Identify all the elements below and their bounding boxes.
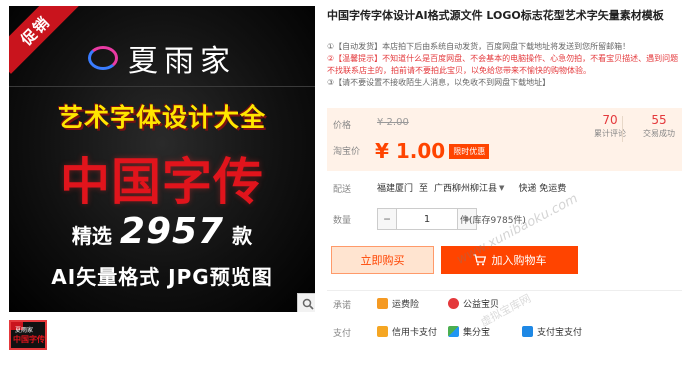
sales-label: 交易成功: [643, 129, 675, 138]
poster-headline: 艺术字体设计大全: [57, 103, 266, 132]
poster-count-row: 精选 2957 款: [9, 211, 315, 252]
zoom-button[interactable]: [297, 293, 315, 312]
gallery-thumbnail[interactable]: 夏雨家 中国字传: [9, 320, 47, 350]
credit-card-label: 信用卡支付: [392, 328, 438, 338]
pay-jifenbao[interactable]: 集分宝: [448, 325, 490, 338]
shipping-to-prefix: 至: [419, 184, 429, 194]
sales-stat: 55 交易成功: [629, 112, 689, 139]
promise-freight-insurance[interactable]: 运费险: [377, 297, 419, 310]
promo-price-row: ¥ 1.00 限时优惠: [375, 139, 490, 163]
shipping-destination: 广西柳州柳江县: [434, 184, 498, 194]
charity-heart-icon: [448, 298, 459, 309]
shipping-from: 福建厦门: [377, 184, 414, 194]
jifenbao-icon: [448, 326, 459, 337]
promise-charity[interactable]: 公益宝贝: [448, 297, 499, 310]
chevron-down-icon: ▼: [499, 183, 505, 192]
product-title: 中国字传字体设计AI格式源文件 LOGO标志花型艺术字矢量素材模板: [327, 9, 664, 22]
shipping-label: 配送: [333, 185, 352, 195]
charity-label: 公益宝贝: [463, 300, 500, 310]
section-divider: [327, 290, 682, 291]
limited-offer-badge: 限时优惠: [449, 143, 490, 159]
alipay-icon: [522, 326, 533, 337]
shipping-info: 福建厦门 至 广西柳州柳江县 ▼ 快递 免运费: [377, 181, 567, 195]
poster-count-number: 2957: [119, 211, 225, 252]
quantity-decrement-button[interactable]: −: [377, 208, 397, 230]
pay-credit-card[interactable]: 信用卡支付: [377, 325, 437, 338]
promo-price: ¥ 1.00: [375, 139, 446, 163]
poster-title: 中国字传: [60, 153, 264, 211]
promise-label: 承诺: [333, 301, 352, 311]
brand-mark-icon: [88, 46, 118, 70]
stat-divider: [622, 116, 623, 142]
cart-icon: [473, 254, 486, 266]
jifenbao-label: 集分宝: [463, 328, 491, 338]
stock-info: 件(库存9785件): [460, 216, 526, 226]
sales-count: 55: [651, 113, 667, 127]
poster-divider: [9, 86, 315, 87]
pay-alipay[interactable]: 支付宝支付: [522, 325, 582, 338]
freight-insurance-icon: [377, 298, 388, 309]
shipping-destination-select[interactable]: 广西柳州柳江县 ▼: [434, 181, 505, 195]
price-box: 价格 ¥ 2.00 淘宝价 ¥ 1.00 限时优惠 70 累计评论 55 交易成…: [327, 108, 682, 171]
poster-count-suffix: 款: [232, 224, 253, 248]
alipay-label: 支付宝支付: [537, 328, 583, 338]
poster-count-prefix: 精选: [71, 224, 112, 248]
shipping-method: 快递 免运费: [518, 184, 567, 194]
credit-card-icon: [377, 326, 388, 337]
brand-logo: 夏雨家: [9, 36, 315, 80]
product-notes: ①【自动发货】本店拍下后由系统自动发货，百度网盘下载地址将发送到您所留邮箱！ ②…: [327, 41, 682, 89]
product-main-image[interactable]: 促销 夏雨家 艺术字体设计大全 中国字传 精选 2957 款 AI矢量格式 JP…: [9, 6, 315, 312]
brand-name: 夏雨家: [128, 44, 236, 79]
payment-label: 支付: [333, 329, 352, 339]
freight-insurance-label: 运费险: [392, 300, 420, 310]
thumb-brand: 夏雨家: [15, 327, 34, 334]
magnifier-icon: [302, 298, 314, 310]
note-warning: ②【温馨提示】不知道什么是百度网盘、不会基本的电脑操作、心急勿拍，不看宝贝描述、…: [327, 54, 679, 75]
quantity-label: 数量: [333, 216, 352, 226]
promo-price-label: 淘宝价: [333, 147, 361, 157]
poster-format-line: AI矢量格式 JPG预览图: [51, 265, 273, 289]
add-to-cart-label: 加入购物车: [491, 254, 547, 267]
orig-price-label: 价格: [333, 121, 352, 131]
thumb-title: 中国字传: [13, 335, 45, 344]
buy-now-button[interactable]: 立即购买: [331, 246, 434, 274]
note-auto-delivery: ①【自动发货】本店拍下后由系统自动发货，百度网盘下载地址将发送到您所留邮箱！: [327, 42, 631, 51]
orig-price: ¥ 2.00: [377, 117, 409, 128]
quantity-input[interactable]: [397, 208, 457, 230]
add-to-cart-button[interactable]: 加入购物车: [441, 246, 578, 274]
note-messages: ③【请不要设置不接收陌生人消息，以免收不到网盘下载地址】: [327, 78, 551, 87]
